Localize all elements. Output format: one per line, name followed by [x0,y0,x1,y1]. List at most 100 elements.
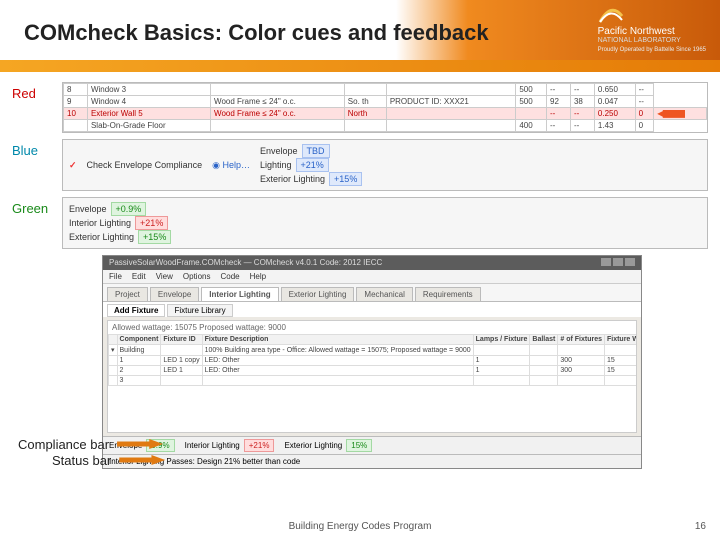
grid-cell[interactable] [530,376,558,386]
grid-cell[interactable] [473,376,530,386]
table-cell[interactable]: Window 4 [87,96,210,108]
table-cell[interactable]: Window 3 [87,84,210,96]
grid-cell[interactable]: LED: Other [202,366,473,376]
menu-item[interactable]: Help [250,272,266,281]
table-cell[interactable]: -- [570,108,594,120]
column-header[interactable]: Lamps / Fixture [473,335,530,345]
table-cell[interactable]: 0 [635,108,654,120]
table-cell[interactable] [211,120,345,132]
table-cell[interactable]: PRODUCT ID: XXX21 [386,96,516,108]
menubar[interactable]: File Edit View Options Code Help [103,270,641,284]
grid-cell[interactable] [530,345,558,356]
grid-cell[interactable]: ▾ [109,345,118,356]
table-cell[interactable]: -- [547,84,571,96]
table-cell[interactable] [344,120,386,132]
fixture-grid[interactable]: Allowed wattage: 15075 Proposed wattage:… [107,320,637,433]
column-header[interactable]: Fixture Wattage [604,335,637,345]
table-cell[interactable] [386,108,516,120]
table-cell[interactable] [386,120,516,132]
menu-item[interactable]: Code [220,272,239,281]
grid-cell[interactable]: 100% Building area type - Office: Allowe… [202,345,473,356]
column-header[interactable]: Fixture Description [202,335,473,345]
main-tabs[interactable]: ProjectEnvelopeInterior LightingExterior… [103,284,641,301]
table-cell[interactable]: -- [570,120,594,132]
grid-cell[interactable]: 3 [117,376,161,386]
menu-item[interactable]: Options [183,272,211,281]
sub-tabs[interactable]: Add FixtureFixture Library [103,301,641,317]
table-cell[interactable]: -- [635,84,654,96]
table-cell[interactable]: 500 [516,84,547,96]
grid-cell[interactable] [109,376,118,386]
table-cell[interactable] [64,120,88,132]
table-cell[interactable]: 8 [64,84,88,96]
grid-cell[interactable] [530,356,558,366]
help-link[interactable]: ◉ Help… [212,160,250,171]
tab[interactable]: Exterior Lighting [281,287,355,301]
window-controls[interactable] [599,258,635,268]
grid-cell[interactable] [604,345,637,356]
check-compliance-button[interactable]: Check Envelope Compliance [87,160,203,170]
table-cell[interactable]: 500 [516,96,547,108]
table-cell[interactable]: -- [547,120,571,132]
grid-cell[interactable] [109,356,118,366]
table-cell[interactable]: -- [635,96,654,108]
grid-cell[interactable] [530,366,558,376]
table-cell[interactable]: North [344,108,386,120]
grid-cell[interactable]: 15 [604,356,637,366]
tab[interactable]: Interior Lighting [201,287,278,301]
grid-cell[interactable] [558,345,605,356]
grid-cell[interactable]: 300 [558,356,605,366]
table-cell[interactable]: 10 [64,108,88,120]
column-header[interactable]: Ballast [530,335,558,345]
table-cell[interactable]: -- [547,108,571,120]
tab[interactable]: Requirements [415,287,481,301]
subtab[interactable]: Add Fixture [107,304,165,317]
menu-item[interactable]: File [109,272,122,281]
grid-cell[interactable]: 1 [473,366,530,376]
tab[interactable]: Project [107,287,148,301]
grid-cell[interactable] [202,376,473,386]
grid-cell[interactable]: LED 1 [161,366,202,376]
table-cell[interactable]: 0 [635,120,654,132]
menu-item[interactable]: Edit [132,272,146,281]
table-cell[interactable]: 0.250 [594,108,635,120]
grid-cell[interactable] [558,376,605,386]
grid-cell[interactable]: Building [117,345,161,356]
grid-cell[interactable]: LED 1 copy [161,356,202,366]
grid-cell[interactable] [473,345,530,356]
table-cell[interactable] [386,84,516,96]
table-cell[interactable]: So. th [344,96,386,108]
tab[interactable]: Mechanical [356,287,412,301]
column-header[interactable]: Component [117,335,161,345]
table-cell[interactable]: -- [570,84,594,96]
grid-cell[interactable] [109,366,118,376]
table-cell[interactable]: Slab-On-Grade Floor [87,120,210,132]
table-cell[interactable]: 38 [570,96,594,108]
grid-cell[interactable] [161,345,202,356]
table-cell[interactable] [344,84,386,96]
table-cell[interactable]: 92 [547,96,571,108]
table-cell[interactable]: 0.650 [594,84,635,96]
grid-cell[interactable]: 2 [117,366,161,376]
grid-cell[interactable]: 1 [473,356,530,366]
column-header[interactable] [109,335,118,345]
grid-cell[interactable]: 1 [117,356,161,366]
menu-item[interactable]: View [156,272,173,281]
table-cell[interactable]: 0.047 [594,96,635,108]
grid-cell[interactable]: 300 [558,366,605,376]
column-header[interactable]: Fixture ID [161,335,202,345]
table-cell[interactable]: 400 [516,120,547,132]
column-header[interactable]: # of Fixtures [558,335,605,345]
table-cell[interactable]: 9 [64,96,88,108]
grid-cell[interactable]: 15 [604,366,637,376]
subtab[interactable]: Fixture Library [167,304,232,317]
table-cell[interactable]: 1.43 [594,120,635,132]
grid-cell[interactable] [161,376,202,386]
grid-cell[interactable] [604,376,637,386]
table-cell[interactable]: Wood Frame ≤ 24" o.c. [211,96,345,108]
table-cell[interactable] [211,84,345,96]
table-cell[interactable]: Wood Frame ≤ 24" o.c. [211,108,345,120]
table-cell[interactable] [516,108,547,120]
table-cell[interactable]: Exterior Wall 5 [87,108,210,120]
tab[interactable]: Envelope [150,287,199,301]
